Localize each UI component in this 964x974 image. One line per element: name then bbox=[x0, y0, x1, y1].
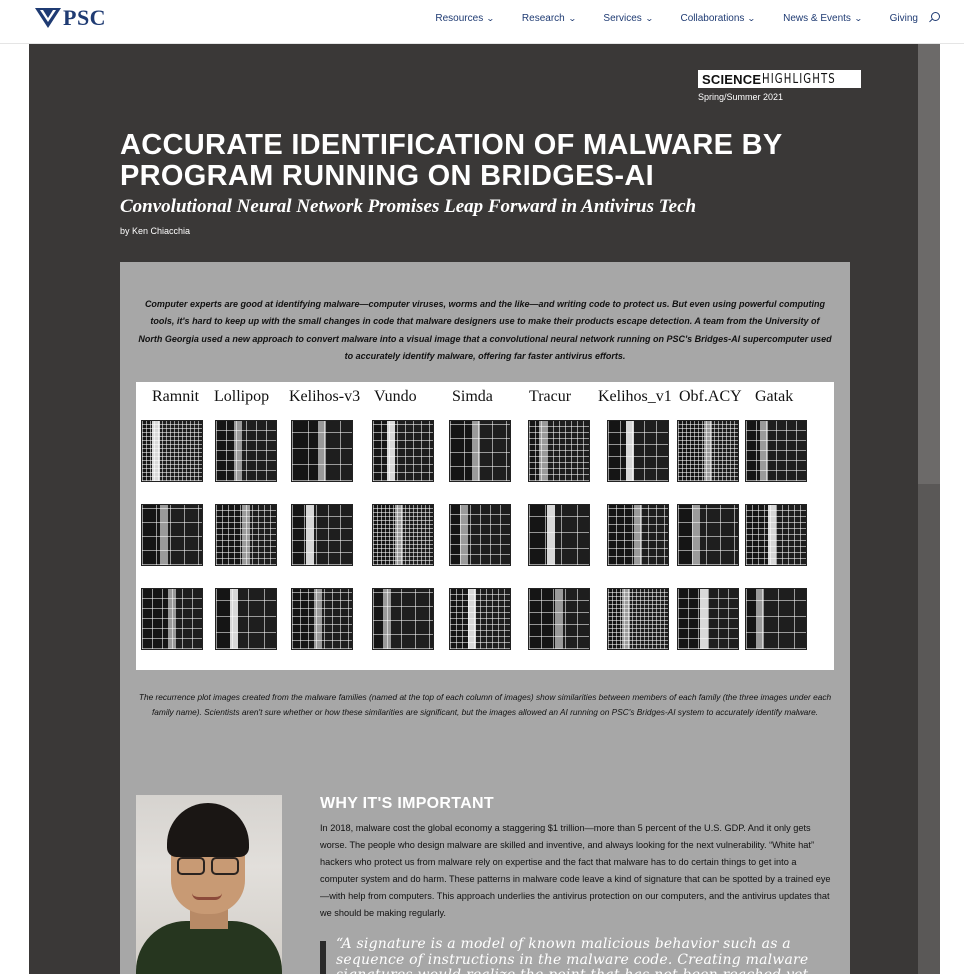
chevron-down-icon: ⌄ bbox=[486, 13, 495, 23]
recurrence-plot-image bbox=[215, 420, 277, 482]
figure-label-ramnit: Ramnit bbox=[152, 388, 200, 405]
recurrence-plot-image bbox=[372, 420, 434, 482]
psc-logo[interactable]: PSC bbox=[35, 7, 106, 29]
badge-season: Spring/Summer 2021 bbox=[698, 92, 784, 102]
psc-logo-mark bbox=[35, 8, 61, 28]
article-title: ACCURATE IDENTIFICATION OF MALWARE BY PR… bbox=[120, 129, 782, 192]
why-important-heading: WHY IT'S IMPORTANT bbox=[320, 795, 494, 812]
nav-giving[interactable]: Giving bbox=[890, 13, 918, 24]
recurrence-plot-image bbox=[291, 588, 353, 650]
nav-collaborations[interactable]: Collaborations ⌄ bbox=[680, 12, 757, 24]
nav-label: Giving bbox=[889, 12, 918, 24]
malware-recurrence-figure: Ramnit Lollipop Kelihos-v3 Vundo Simda T… bbox=[136, 382, 834, 670]
recurrence-plot-image bbox=[449, 588, 511, 650]
recurrence-plot-image bbox=[141, 504, 203, 566]
nav-label: Services bbox=[603, 12, 642, 24]
recurrence-plot-image bbox=[449, 504, 511, 566]
figure-label-tracur: Tracur bbox=[529, 388, 572, 405]
recurrence-plot-image bbox=[607, 420, 669, 482]
recurrence-plot-image bbox=[528, 504, 590, 566]
recurrence-plot-image bbox=[607, 504, 669, 566]
chevron-down-icon: ⌄ bbox=[567, 13, 577, 23]
badge-science: SCIENCE bbox=[702, 71, 762, 87]
nav-news-events[interactable]: News & Events ⌄ bbox=[783, 12, 863, 24]
why-important-body: In 2018, malware cost the global economy… bbox=[320, 823, 831, 918]
recurrence-plot-image bbox=[677, 588, 739, 650]
figure-label-obf-acy: Obf.ACY bbox=[679, 388, 742, 405]
figure-label-simda: Simda bbox=[452, 388, 493, 405]
recurrence-plot-image bbox=[745, 420, 807, 482]
author-photo bbox=[136, 795, 282, 974]
science-highlights-badge: SCIENCE HIGHLIGHTS bbox=[698, 70, 861, 88]
recurrence-plot-image bbox=[215, 588, 277, 650]
site-header: PSC Resources ⌄ Research ⌄ Services ⌄ Colla… bbox=[0, 0, 964, 44]
article-subtitle: Convolutional Neural Network Promises Le… bbox=[120, 196, 697, 217]
nav-resources[interactable]: Resources ⌄ bbox=[435, 12, 495, 24]
recurrence-plot-image bbox=[291, 420, 353, 482]
figure-label-vundo: Vundo bbox=[374, 388, 417, 405]
figure-label-kelihos-v1: Kelihos_v1 bbox=[598, 388, 672, 405]
recurrence-plot-image bbox=[372, 588, 434, 650]
figure-label-kelihos-v3: Kelihos-v3 bbox=[289, 388, 361, 405]
chevron-down-icon: ⌄ bbox=[644, 13, 654, 23]
figure-label-lollipop: Lollipop bbox=[214, 388, 270, 405]
nav-label: News & Events bbox=[783, 12, 851, 24]
logo-text: PSC bbox=[63, 5, 107, 30]
recurrence-plot-image bbox=[528, 420, 590, 482]
chevron-down-icon: ⌄ bbox=[747, 13, 757, 23]
main-nav: Resources ⌄ Research ⌄ Services ⌄ Collabora… bbox=[407, 0, 940, 36]
search-icon[interactable] bbox=[928, 12, 940, 24]
badge-highlights: HIGHLIGHTS bbox=[762, 71, 836, 87]
recurrence-plot-image bbox=[141, 588, 203, 650]
article-intro: Computer experts are good at identifying… bbox=[138, 299, 832, 362]
recurrence-plot-image bbox=[215, 504, 277, 566]
recurrence-plot-image bbox=[607, 588, 669, 650]
nav-research[interactable]: Research ⌄ bbox=[521, 12, 577, 24]
nav-label: Resources bbox=[435, 12, 484, 24]
chevron-down-icon: ⌄ bbox=[853, 13, 863, 23]
recurrence-plot-image bbox=[141, 420, 203, 482]
nav-label: Research bbox=[521, 12, 565, 24]
recurrence-plot-image bbox=[449, 420, 511, 482]
nav-label: Collaborations bbox=[680, 12, 745, 24]
recurrence-plot-image bbox=[677, 420, 739, 482]
recurrence-plot-image bbox=[372, 504, 434, 566]
recurrence-plot-image bbox=[677, 504, 739, 566]
recurrence-plot-image bbox=[745, 504, 807, 566]
side-decoration-top bbox=[918, 44, 940, 484]
figure-label-gatak: Gatak bbox=[755, 388, 794, 405]
quote-bar bbox=[320, 941, 326, 974]
recurrence-plot-image bbox=[291, 504, 353, 566]
recurrence-plot-image bbox=[528, 588, 590, 650]
article-byline: by Ken Chiacchia bbox=[120, 226, 191, 236]
pull-quote: “A signature is a model of known malicio… bbox=[336, 937, 813, 974]
recurrence-plot-image bbox=[745, 588, 807, 650]
figure-caption: The recurrence plot images created from … bbox=[138, 692, 832, 717]
nav-services[interactable]: Services ⌄ bbox=[603, 12, 654, 24]
